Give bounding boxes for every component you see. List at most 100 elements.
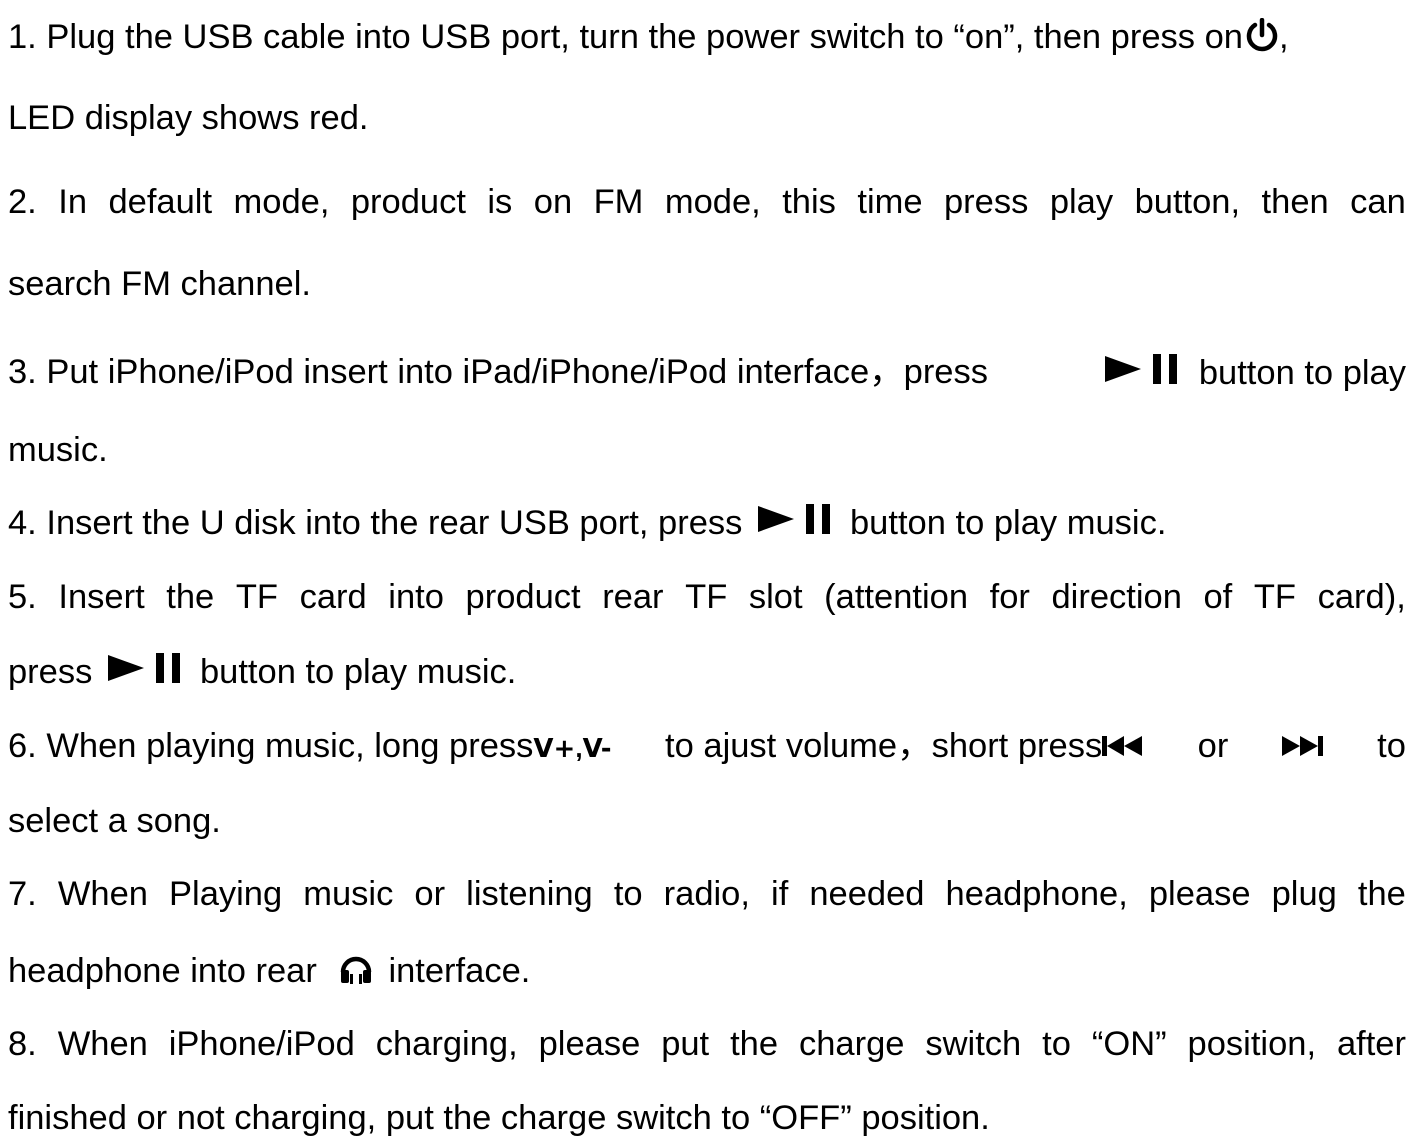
item-7-word: please: [1148, 875, 1251, 913]
item-3-tail: button to play: [1103, 352, 1406, 395]
item-8-word: after: [1336, 1025, 1406, 1063]
item-5-word: (attention: [824, 578, 969, 616]
item-7-word: headphone,: [945, 875, 1128, 913]
volume-comma: ,: [575, 733, 583, 763]
volume-down-label: V-: [582, 734, 612, 764]
item-8-word: iPhone/iPod: [168, 1025, 355, 1063]
item-5-word: for: [989, 578, 1030, 616]
item-8-word: switch: [925, 1025, 1022, 1063]
play-pause-icon: [106, 651, 190, 694]
item-1-text: 1. Plug the USB cable into USB port, tur…: [8, 18, 1243, 56]
item-2-word: mode,: [664, 183, 761, 221]
item-5-word: product: [465, 578, 581, 616]
item-2-word: In: [58, 183, 88, 221]
item-8-line-2: finished or not charging, put the charge…: [8, 1098, 1406, 1138]
item-7-text-pre: headphone into rear: [8, 952, 317, 990]
item-2-word: press: [944, 183, 1029, 221]
item-8-word: to: [1042, 1025, 1071, 1063]
item-7-word: to: [613, 875, 643, 913]
item-2-word: FM: [593, 183, 644, 221]
item-5-word: slot: [748, 578, 803, 616]
item-6-text-mid: to ajust volume，short press: [665, 727, 1103, 765]
item-2-line-1: 2. In default mode, product is on FM mode, this ti…: [8, 182, 1406, 222]
item-2-line-2: search FM channel.: [8, 264, 1406, 304]
play-pause-icon: [1103, 352, 1187, 395]
item-8-word: 8.: [8, 1025, 37, 1063]
item-6-seg-b: to ajust volume，short press: [665, 726, 1144, 769]
item-2-word: is: [487, 183, 513, 221]
item-5-word: Insert: [58, 578, 145, 616]
item-2-word: button,: [1134, 183, 1241, 221]
item-5-word: card),: [1317, 578, 1406, 616]
item-7-word: listening: [466, 875, 593, 913]
item-5-word: TF: [235, 578, 278, 616]
item-3-text-post: button to play: [1198, 354, 1406, 392]
item-8-word: When: [57, 1025, 148, 1063]
item-6-to: to: [1377, 727, 1406, 765]
item-8-word: charging,: [375, 1025, 518, 1063]
item-6-text-cont: select a song.: [8, 802, 221, 840]
item-7-word: Playing: [169, 875, 283, 913]
item-2-word: this: [782, 183, 836, 221]
item-7-word: the: [1357, 875, 1406, 913]
item-2-word: default: [108, 183, 213, 221]
item-5-text-post: button to play music.: [199, 653, 517, 691]
item-7-line-2: headphone into rear interface.: [8, 950, 1406, 995]
item-3-text-cont: music.: [8, 431, 108, 469]
item-7-word: if: [771, 875, 789, 913]
item-2-word: 2.: [8, 183, 37, 221]
item-7-word: radio,: [663, 875, 750, 913]
item-7-word: 7.: [8, 875, 37, 913]
volume-up-label: V+: [533, 734, 576, 764]
item-7-line-1: 7. When Playing music or listening to radio, if n…: [8, 874, 1406, 914]
previous-track-icon: [1102, 726, 1144, 766]
item-3-line-1: 3. Put iPhone/iPod insert into iPad/iPho…: [8, 352, 1406, 395]
item-6-seg-a: 6. When playing music, long pressV+,V-: [8, 726, 612, 769]
item-6-or: or: [1197, 727, 1229, 765]
item-5-word: card: [299, 578, 367, 616]
item-6-line-1: 6. When playing music, long pressV+,V- t…: [8, 726, 1406, 769]
item-2-word: on: [533, 183, 573, 221]
item-4-text-post: button to play music.: [850, 504, 1167, 542]
next-track-icon: [1281, 726, 1324, 769]
item-1-comma: ,: [1278, 18, 1289, 56]
item-8-word: put: [661, 1025, 710, 1063]
item-6-line-2: select a song.: [8, 801, 1406, 841]
item-4-text-pre: 4. Insert the U disk into the rear USB p…: [8, 504, 743, 542]
item-7-word: needed: [809, 875, 925, 913]
headphone-icon: [338, 950, 374, 995]
item-2-word: then: [1261, 183, 1329, 221]
item-4-line-1: 4. Insert the U disk into the rear USB p…: [8, 502, 1406, 545]
item-8-word: please: [538, 1025, 641, 1063]
item-7-word: plug: [1271, 875, 1337, 913]
item-5-word: into: [388, 578, 444, 616]
item-5-line-1: 5. Insert the TF card into product rear TF slot (a…: [8, 577, 1406, 617]
item-2-word: time: [857, 183, 923, 221]
item-1-line-2: LED display shows red.: [8, 98, 1406, 138]
item-8-text-cont: finished or not charging, put the charge…: [8, 1099, 990, 1137]
item-1-text-cont: LED display shows red.: [8, 99, 369, 137]
item-5-word: TF: [1253, 578, 1297, 616]
item-3-text-pre: 3. Put iPhone/iPod insert into iPad/iPho…: [8, 353, 988, 391]
item-5-word: the: [166, 578, 215, 616]
item-2-word: product: [350, 183, 466, 221]
item-2-text-cont: search FM channel.: [8, 265, 311, 303]
item-5-line-2: press button to play music.: [8, 651, 1406, 694]
item-2-word: can: [1350, 183, 1406, 221]
item-8-word: “ON”: [1091, 1025, 1167, 1063]
item-7-text-post: interface.: [388, 952, 531, 990]
item-2-word: play: [1049, 183, 1114, 221]
item-5-word: rear: [602, 578, 664, 616]
item-7-word: or: [414, 875, 446, 913]
item-5-text-pre: press: [8, 653, 93, 691]
item-2-word: mode,: [233, 183, 330, 221]
item-7-word: When: [57, 875, 148, 913]
item-8-word: position,: [1187, 1025, 1317, 1063]
item-5-word: direction: [1051, 578, 1182, 616]
play-pause-icon: [756, 502, 840, 545]
item-5-word: of: [1203, 578, 1233, 616]
item-1-line-1: 1. Plug the USB cable into USB port, tur…: [8, 17, 1406, 63]
power-icon: [1245, 17, 1279, 63]
item-8-line-1: 8. When iPhone/iPod charging, please put the ch…: [8, 1024, 1406, 1064]
item-7-word: music: [303, 875, 394, 913]
